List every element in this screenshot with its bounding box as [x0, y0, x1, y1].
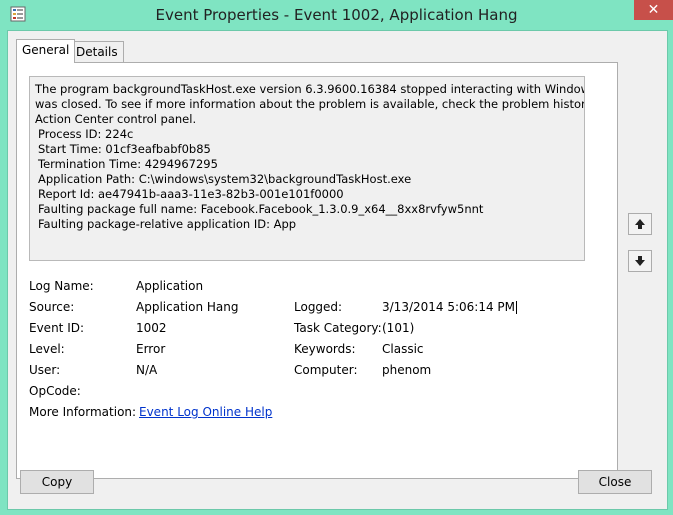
event-id-value: 1002	[136, 321, 167, 335]
event-properties-window: Event Properties - Event 1002, Applicati…	[0, 0, 673, 515]
text-cursor	[516, 301, 518, 314]
previous-event-button[interactable]	[628, 213, 652, 235]
user-label: User:	[29, 363, 61, 377]
description-text: The program backgroundTaskHost.exe versi…	[35, 82, 585, 232]
close-window-button[interactable]: ✕	[634, 0, 673, 20]
tab-label: Details	[76, 45, 118, 59]
window-title: Event Properties - Event 1002, Applicati…	[155, 6, 518, 24]
logged-value[interactable]: 3/13/2014 5:06:14 PM	[382, 300, 518, 314]
task-category-label: Task Category:	[294, 321, 382, 335]
event-log-online-help-link[interactable]: Event Log Online Help	[139, 405, 272, 419]
logged-label: Logged:	[294, 300, 343, 314]
user-value: N/A	[136, 363, 158, 377]
opcode-label: OpCode:	[29, 384, 81, 398]
dialog-client-area: General Details The program backgroundTa…	[7, 30, 668, 510]
description-line: Faulting package-relative application ID…	[38, 217, 297, 231]
tab-general[interactable]: General	[16, 39, 76, 63]
general-tab-panel: The program backgroundTaskHost.exe versi…	[16, 62, 618, 479]
close-icon: ✕	[647, 2, 660, 18]
tab-label: General	[22, 43, 70, 57]
close-button[interactable]: Close	[578, 470, 652, 494]
description-line: Faulting package full name: Facebook.Fac…	[38, 202, 484, 216]
arrow-up-icon	[635, 219, 645, 229]
source-label: Source:	[29, 300, 75, 314]
keywords-label: Keywords:	[294, 342, 356, 356]
description-line: Termination Time: 4294967295	[38, 157, 218, 171]
tab-details[interactable]: Details	[70, 41, 124, 62]
log-name-value: Application	[136, 279, 204, 293]
level-value: Error	[136, 342, 166, 356]
computer-label: Computer:	[294, 363, 358, 377]
event-description-box[interactable]: The program backgroundTaskHost.exe versi…	[29, 76, 585, 261]
event-id-label: Event ID:	[29, 321, 85, 335]
source-value: Application Hang	[136, 300, 239, 314]
description-line: The program backgroundTaskHost.exe versi…	[35, 82, 585, 96]
level-label: Level:	[29, 342, 65, 356]
description-line: Report Id: ae47941b-aaa3-11e3-82b3-001e1…	[38, 187, 344, 201]
description-line: Start Time: 01cf3eafbabf0b85	[38, 142, 211, 156]
next-event-button[interactable]	[628, 250, 652, 272]
description-line: Action Center control panel.	[35, 112, 197, 126]
title-bar[interactable]: Event Properties - Event 1002, Applicati…	[0, 0, 673, 32]
keywords-value: Classic	[382, 342, 424, 356]
description-line: was closed. To see if more information a…	[35, 97, 585, 111]
arrow-down-icon	[635, 256, 645, 266]
task-category-value: (101)	[382, 321, 415, 335]
log-name-label: Log Name:	[29, 279, 94, 293]
description-line: Process ID: 224c	[38, 127, 134, 141]
computer-value: phenom	[382, 363, 432, 377]
copy-button[interactable]: Copy	[20, 470, 94, 494]
more-information-label: More Information:	[29, 405, 137, 419]
logged-value-text: 3/13/2014 5:06:14 PM	[382, 300, 516, 314]
description-line: Application Path: C:\windows\system32\ba…	[38, 172, 412, 186]
